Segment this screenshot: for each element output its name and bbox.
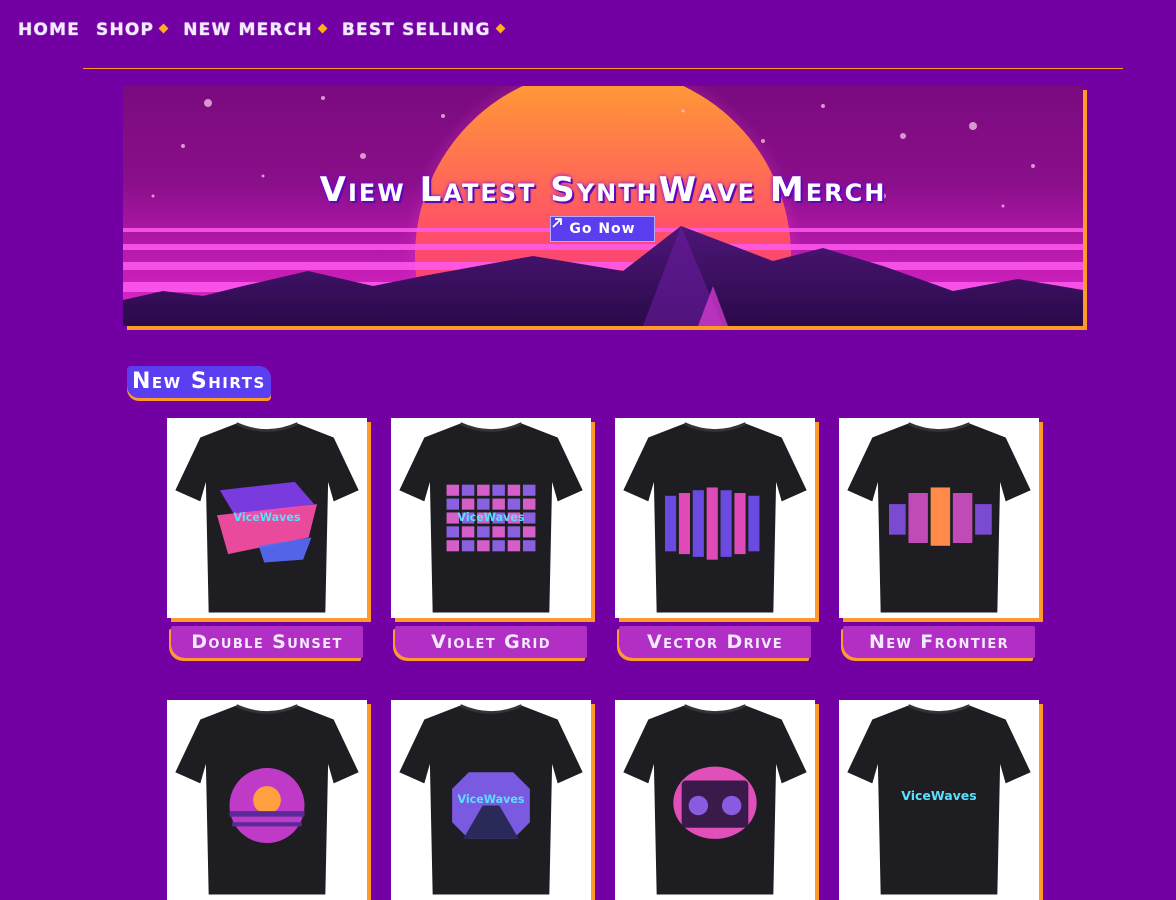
header-divider [83, 68, 1123, 69]
product-image[interactable]: ViceWaves [391, 418, 591, 618]
tshirt-image: ViceWaves [399, 704, 583, 895]
dropdown-diamond-icon [317, 23, 328, 33]
product-card[interactable]: ViceWaves [839, 700, 1039, 900]
dropdown-diamond-icon [495, 23, 506, 33]
nav-best-selling[interactable]: BEST SELLING [341, 20, 506, 40]
product-title[interactable]: Vector Drive [619, 626, 811, 658]
tshirt-image [847, 422, 1031, 613]
dropdown-diamond-icon [158, 23, 169, 33]
nav-new-merch[interactable]: NEW MERCH [183, 20, 328, 40]
product-title[interactable]: New Frontier [843, 626, 1035, 658]
product-image[interactable] [615, 418, 815, 618]
product-card[interactable] [615, 700, 815, 900]
product-title[interactable]: Violet Grid [395, 626, 587, 658]
product-card[interactable] [167, 700, 367, 900]
product-image[interactable]: ViceWaves [167, 418, 367, 618]
nav-shop-label: SHOP [96, 20, 155, 40]
arrow-up-right-icon [552, 218, 562, 228]
banner-title: View Latest SynthWave Merch [319, 170, 887, 210]
svg-text:ViceWaves: ViceWaves [233, 511, 300, 524]
product-image[interactable] [167, 700, 367, 900]
go-now-label: Go Now [569, 221, 636, 237]
tshirt-image [623, 704, 807, 895]
hero-banner[interactable]: View Latest SynthWave Merch Go Now [123, 86, 1083, 326]
product-image[interactable]: ViceWaves [839, 700, 1039, 900]
main-nav: HOME SHOP NEW MERCH BEST SELLING [18, 20, 506, 40]
product-title[interactable]: Double Sunset [171, 626, 363, 658]
product-card[interactable]: ViceWaves [391, 700, 591, 900]
tshirt-image [175, 704, 359, 895]
svg-text:ViceWaves: ViceWaves [457, 793, 524, 806]
tshirt-image: ViceWaves [175, 422, 359, 613]
product-image[interactable]: ViceWaves [391, 700, 591, 900]
nav-shop[interactable]: SHOP [96, 20, 169, 40]
nav-new-merch-label: NEW MERCH [183, 20, 313, 40]
go-now-button[interactable]: Go Now [550, 216, 655, 242]
nav-home[interactable]: HOME [18, 20, 80, 40]
svg-text:ViceWaves: ViceWaves [457, 511, 524, 524]
nav-home-label: HOME [18, 20, 81, 40]
tshirt-image [623, 422, 807, 613]
tshirt-image: ViceWaves [847, 704, 1031, 895]
product-card[interactable]: ViceWaves Violet Grid [391, 418, 591, 658]
product-image[interactable] [839, 418, 1039, 618]
product-card[interactable]: ViceWaves Double Sunset [167, 418, 367, 658]
product-card[interactable]: New Frontier [839, 418, 1039, 658]
product-card[interactable]: Vector Drive [615, 418, 815, 658]
section-title: New Shirts [127, 366, 271, 398]
product-image[interactable] [615, 700, 815, 900]
tshirt-image: ViceWaves [399, 422, 583, 613]
nav-best-selling-label: BEST SELLING [341, 20, 491, 40]
svg-text:ViceWaves: ViceWaves [901, 788, 976, 803]
